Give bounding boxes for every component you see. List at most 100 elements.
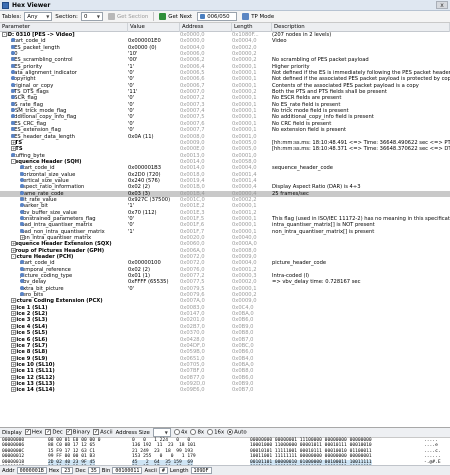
check-icon: ✓: [93, 429, 100, 436]
get-next-button[interactable]: Get Next: [157, 12, 194, 21]
expand-icon[interactable]: +: [11, 336, 16, 342]
address-cell: 0x09E6,0: [180, 387, 205, 394]
play-icon: [159, 13, 167, 20]
expand-icon[interactable]: +: [20, 235, 25, 240]
field-icon: [11, 101, 15, 106]
section-label: Section:: [55, 13, 78, 20]
expand-icon[interactable]: +: [11, 323, 16, 329]
column-description[interactable]: Description: [272, 23, 450, 32]
tables-dropdown[interactable]: Any ▼: [24, 12, 53, 21]
zoom-auto-radio[interactable]: Auto: [227, 429, 247, 436]
field-icon: [11, 133, 15, 138]
zoom-4x-radio[interactable]: 4x: [173, 429, 187, 436]
tables-label: Tables:: [2, 13, 22, 20]
hex-label: Hex: [48, 467, 60, 474]
expand-icon[interactable]: +: [11, 317, 16, 323]
ascii-checkbox[interactable]: ✓ Ascii: [93, 429, 113, 436]
field-icon: [20, 285, 24, 290]
field-icon: [20, 266, 24, 271]
tp-mode-button[interactable]: TP Mode: [240, 12, 276, 21]
ascii-label: Ascii: [144, 467, 157, 474]
zoom-8x-radio[interactable]: 8x: [190, 429, 204, 436]
status-bar: Addr 0000001B Hex 23 Dec 35 Bin 00100011…: [0, 465, 450, 475]
get-section-icon: [107, 13, 115, 20]
app-icon: [2, 1, 9, 9]
collapse-icon[interactable]: -: [11, 158, 16, 164]
check-icon: ✓: [24, 429, 31, 436]
field-icon: [11, 82, 15, 87]
expand-icon[interactable]: +: [11, 330, 16, 336]
bin-value: 00100011: [112, 467, 143, 474]
expand-icon[interactable]: +: [11, 361, 16, 367]
title-bar: Hex Viewer x: [0, 0, 450, 11]
field-icon: [20, 190, 24, 195]
expand-icon[interactable]: +: [11, 311, 16, 317]
field-icon: [11, 152, 15, 157]
expand-icon[interactable]: +: [11, 349, 16, 355]
length-cell: 0x0B7,0: [232, 387, 254, 394]
column-address[interactable]: Address: [180, 23, 232, 32]
hex-value: 23: [61, 467, 74, 474]
table-row[interactable]: + Slice 14 (SL14) 0x09E6,0 0x0B7,0: [0, 387, 450, 393]
address-size-dropdown[interactable]: ▼: [152, 428, 171, 437]
toolbar: Tables: Any ▼ Section: 0 ▼ Get Section Get…: [0, 11, 450, 23]
field-icon: [20, 177, 24, 182]
pid-field[interactable]: 006/050: [197, 12, 238, 21]
section-dropdown[interactable]: 0 ▼: [80, 12, 103, 21]
chevron-down-icon: ▼: [164, 430, 168, 435]
field-icon: [11, 51, 15, 56]
dec-value: 35: [87, 467, 100, 474]
column-value[interactable]: Value: [128, 23, 180, 32]
field-icon: [20, 171, 24, 176]
hex-dump[interactable]: 00000000 00 00 01 E0 00 00 00 0 1 224 0 0…: [0, 438, 450, 475]
expand-icon[interactable]: +: [11, 342, 16, 348]
expand-icon[interactable]: +: [11, 304, 16, 310]
address-size-label: Address Size: [115, 429, 150, 436]
column-length[interactable]: Length: [232, 23, 272, 32]
expand-icon[interactable]: +: [11, 146, 16, 152]
field-icon: [20, 209, 24, 214]
get-section-button[interactable]: Get Section: [106, 12, 150, 21]
grid-rows: - PID: 0310 [PES -> Video] 0x0000,0 0x1080F…: [0, 32, 450, 394]
zoom-16x-radio[interactable]: 16x: [207, 429, 224, 436]
expand-icon[interactable]: +: [11, 139, 16, 145]
window-title: Hex Viewer: [12, 1, 51, 9]
pid-icon: [200, 14, 206, 19]
mode-icon: [242, 13, 250, 20]
bin-label: Bin: [101, 467, 111, 474]
expand-icon[interactable]: +: [11, 368, 16, 374]
expand-icon[interactable]: +: [11, 374, 16, 380]
ascii-value: #: [158, 467, 168, 474]
field-icon: [11, 44, 15, 49]
param-cell: + Slice 14 (SL14): [11, 387, 55, 394]
field-icon: [11, 120, 15, 125]
hex-display-bar: Display ✓ Hex ✓ Dec ✓ Binary ✓ Ascii Address…: [0, 428, 450, 438]
parameter-grid: Parameter Value Address Length Descripti…: [0, 23, 450, 428]
field-icon: [20, 215, 24, 220]
expand-icon[interactable]: +: [11, 355, 16, 361]
display-label: Display: [2, 429, 22, 436]
hex-checkbox[interactable]: ✓ Hex: [24, 429, 42, 436]
column-parameter[interactable]: Parameter: [0, 23, 128, 32]
expand-icon[interactable]: +: [11, 247, 16, 253]
close-button[interactable]: x: [436, 1, 448, 9]
addr-value: 0000001B: [16, 467, 47, 474]
expand-icon[interactable]: +: [11, 241, 16, 247]
binary-checkbox[interactable]: ✓ Binary: [65, 429, 90, 436]
check-icon: ✓: [45, 429, 52, 436]
grid-header: Parameter Value Address Length Descripti…: [0, 23, 450, 32]
check-icon: ✓: [65, 429, 72, 436]
field-icon: [11, 63, 15, 68]
collapse-icon[interactable]: -: [2, 32, 7, 37]
length-label: Length: [169, 467, 189, 474]
field-icon: [20, 228, 24, 233]
collapse-icon[interactable]: -: [11, 254, 16, 260]
expand-icon[interactable]: +: [11, 298, 16, 304]
chevron-down-icon: ▼: [96, 14, 100, 19]
dec-checkbox[interactable]: ✓ Dec: [45, 429, 63, 436]
length-value: 109DF: [190, 467, 212, 474]
addr-label: Addr: [2, 467, 15, 474]
expand-icon[interactable]: +: [11, 380, 16, 386]
dec-label: Dec: [75, 467, 86, 474]
expand-icon[interactable]: +: [11, 387, 16, 393]
